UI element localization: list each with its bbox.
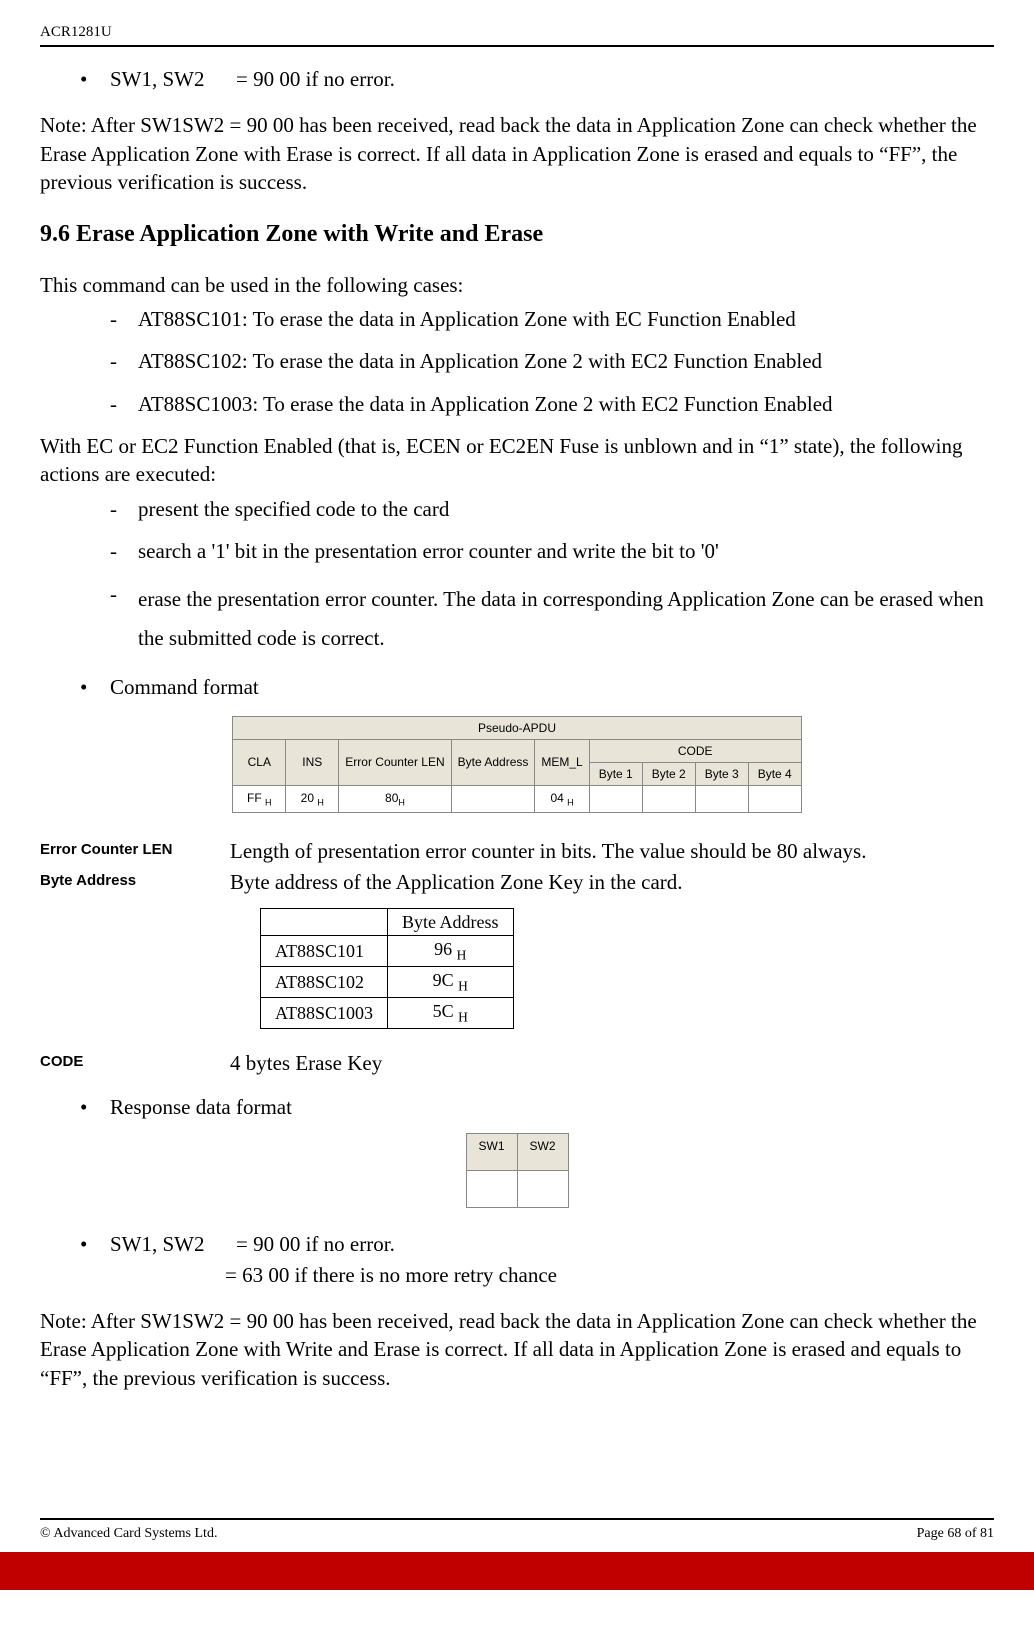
cell-ecl: 80H: [339, 786, 451, 813]
sw-value: = 90 00 if no error.: [236, 67, 395, 91]
ba-hdr-ba: Byte Address: [388, 908, 514, 935]
cell-mem: 04 H: [535, 786, 589, 813]
table-row: AT88SC1003 5C H: [261, 997, 514, 1028]
sw2-cell: [517, 1171, 568, 1208]
footer-red-strip: [0, 1552, 1034, 1590]
col-error-counter-len: Error Counter LEN: [339, 739, 451, 785]
col-cla: CLA: [233, 739, 286, 785]
def-byte-address: Byte Address Byte address of the Applica…: [40, 868, 994, 896]
def-code: CODE 4 bytes Erase Key: [40, 1049, 994, 1077]
table-row: AT88SC101 96 H: [261, 936, 514, 967]
section-heading: 9.6 Erase Application Zone with Write an…: [40, 218, 994, 250]
cell-cla: FF H: [233, 786, 286, 813]
sw-label: SW1, SW2: [110, 67, 205, 91]
sw-result-1: = 90 00 if no error.: [236, 1232, 395, 1256]
col-byte-address: Byte Address: [451, 739, 535, 785]
actions-list: -present the specified code to the card …: [110, 495, 994, 659]
doc-header: ACR1281U: [40, 24, 994, 41]
cases-list: -AT88SC101: To erase the data in Applica…: [110, 305, 994, 418]
list-item: -search a '1' bit in the presentation er…: [110, 537, 994, 565]
col-ins: INS: [286, 739, 339, 785]
footer-rule: [40, 1518, 994, 1520]
sw-label: SW1, SW2: [110, 1232, 205, 1256]
cell-b2: [642, 786, 695, 813]
apdu-header: Pseudo-APDU: [233, 716, 801, 739]
ec-intro: With EC or EC2 Function Enabled (that is…: [40, 432, 994, 489]
footer-left: © Advanced Card Systems Ltd.: [40, 1526, 217, 1542]
sw1-cell: [466, 1171, 517, 1208]
ba-hdr-blank: [261, 908, 388, 935]
cell-b4: [748, 786, 801, 813]
byte-address-table: Byte Address AT88SC101 96 H AT88SC102 9C…: [260, 908, 514, 1029]
list-item: -erase the presentation error counter. T…: [110, 580, 994, 660]
sw-bullet-2: • SW1, SW2 = 90 00 if no error.: [80, 1230, 994, 1258]
apdu-table: Pseudo-APDU CLA INS Error Counter LEN By…: [232, 716, 801, 814]
note-2: Note: After SW1SW2 = 90 00 has been rece…: [40, 1307, 994, 1392]
page-footer: © Advanced Card Systems Ltd. Page 68 of …: [40, 1518, 994, 1590]
list-item: -AT88SC102: To erase the data in Applica…: [110, 347, 994, 375]
cell-ins: 20 H: [286, 786, 339, 813]
col-byte4: Byte 4: [748, 763, 801, 786]
sw2-header: SW2: [517, 1134, 568, 1171]
cell-ba: [451, 786, 535, 813]
response-format-bullet: • Response data format: [80, 1093, 994, 1121]
table-row: AT88SC102 9C H: [261, 967, 514, 998]
cell-b3: [695, 786, 748, 813]
list-item: -AT88SC101: To erase the data in Applica…: [110, 305, 994, 333]
bullet-icon: •: [80, 65, 110, 93]
col-mem-l: MEM_L: [535, 739, 589, 785]
bullet-icon: •: [80, 673, 110, 701]
col-byte2: Byte 2: [642, 763, 695, 786]
sw-result-2: = 63 00 if there is no more retry chance: [225, 1261, 994, 1289]
sw1-header: SW1: [466, 1134, 517, 1171]
col-code: CODE: [589, 739, 801, 762]
col-byte1: Byte 1: [589, 763, 642, 786]
list-item: -present the specified code to the card: [110, 495, 994, 523]
footer-right: Page 68 of 81: [917, 1526, 994, 1542]
def-error-counter-len: Error Counter LEN Length of presentation…: [40, 837, 994, 865]
sw-table: SW1 SW2: [466, 1133, 569, 1208]
cases-intro: This command can be used in the followin…: [40, 271, 994, 299]
cell-b1: [589, 786, 642, 813]
list-item: -AT88SC1003: To erase the data in Applic…: [110, 390, 994, 418]
command-format-bullet: • Command format: [80, 673, 994, 701]
sw-bullet-1: • SW1, SW2 = 90 00 if no error.: [80, 65, 994, 93]
bullet-icon: •: [80, 1093, 110, 1121]
col-byte3: Byte 3: [695, 763, 748, 786]
header-rule: [40, 45, 994, 47]
bullet-icon: •: [80, 1230, 110, 1258]
note-1: Note: After SW1SW2 = 90 00 has been rece…: [40, 111, 994, 196]
